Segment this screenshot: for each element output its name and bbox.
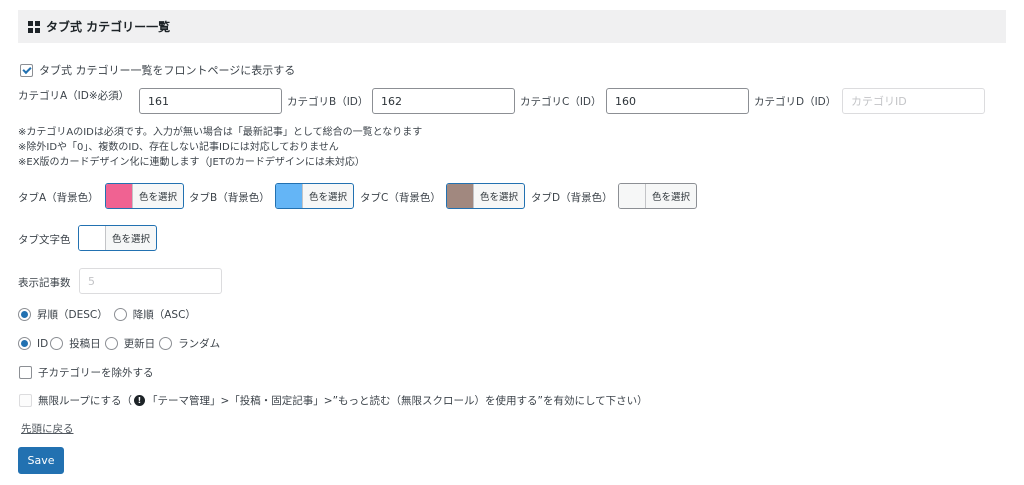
sort-options: ID 投稿日 更新日 ランダム <box>18 336 220 351</box>
post-count-label: 表示記事数 <box>18 277 71 289</box>
show-front-label: タブ式 カテゴリー一覧をフロントページに表示する <box>39 64 296 77</box>
category-a-group: カテゴリA（ID※必須） <box>18 88 129 103</box>
section-header: タブ式 カテゴリー一覧 <box>18 10 1006 43</box>
note-line: ※カテゴリAのIDは必須です。入力が無い場合は「最新記事」として総合の一覧となり… <box>18 127 423 138</box>
sort-random-radio[interactable] <box>159 337 173 350</box>
tab-a-color-button[interactable]: 色を選択 <box>105 183 185 209</box>
exclude-children-option[interactable]: 子カテゴリーを除外する <box>19 365 154 380</box>
show-front-option[interactable]: タブ式 カテゴリー一覧をフロントページに表示する <box>20 62 295 78</box>
category-a-label: カテゴリA（ID※必須） <box>18 90 130 102</box>
category-a-input[interactable] <box>139 88 282 114</box>
save-button[interactable]: Save <box>18 447 64 474</box>
sort-random-label: ランダム <box>178 338 221 350</box>
tab-b-color-button[interactable]: 色を選択 <box>275 183 355 209</box>
select-color-label: 色を選択 <box>139 192 178 203</box>
sort-date-radio[interactable] <box>50 337 64 350</box>
section-title: タブ式 カテゴリー一覧 <box>46 20 171 34</box>
select-color-label: 色を選択 <box>309 192 348 203</box>
note-line: ※除外IDや「0」、複数のID、存在しない記事IDには対応しておりません <box>18 142 339 153</box>
post-count-input[interactable] <box>79 268 222 294</box>
tab-b-swatch <box>276 184 303 208</box>
tab-text-color-label: タブ文字色 <box>18 234 71 246</box>
exclude-children-label: 子カテゴリーを除外する <box>38 367 154 379</box>
tab-c-color-label: タブC（背景色） <box>360 192 441 204</box>
select-color-label: 色を選択 <box>112 234 151 245</box>
sort-id-radio[interactable] <box>18 337 31 350</box>
warning-icon: ! <box>133 395 145 406</box>
category-b-input[interactable] <box>372 88 515 114</box>
sort-modified-radio[interactable] <box>104 337 118 350</box>
show-front-checkbox[interactable] <box>20 63 33 77</box>
order-asc-label: 降順（ASC） <box>132 309 196 321</box>
select-color-label: 色を選択 <box>480 192 519 203</box>
order-asc-radio[interactable] <box>113 308 127 321</box>
tab-b-color-label: タブB（背景色） <box>189 192 270 204</box>
infinite-loop-label: 「テーマ管理」>「投稿・固定記事」>”もっと読む（無限スクロール）を使用する”を… <box>146 395 648 407</box>
back-to-top-link[interactable]: 先頭に戻る <box>21 421 74 436</box>
tab-c-swatch <box>447 184 474 208</box>
sort-date-label: 投稿日 <box>69 338 101 350</box>
infinite-loop-checkbox[interactable] <box>19 394 32 407</box>
select-color-label: 色を選択 <box>652 192 691 203</box>
category-d-input[interactable] <box>842 88 985 114</box>
category-d-label: カテゴリD（ID） <box>754 96 837 108</box>
tab-d-color-label: タブD（背景色） <box>531 192 613 204</box>
infinite-loop-label-prefix: 無限ループにする（ <box>38 395 132 407</box>
tab-text-color-button[interactable]: 色を選択 <box>78 225 158 251</box>
sort-modified-label: 更新日 <box>123 338 156 350</box>
category-c-input[interactable] <box>606 88 749 114</box>
tab-a-color-label: タブA（背景色） <box>18 192 99 204</box>
note-line: ※EX版のカードデザイン化に連動します（JETのカードデザインには未対応） <box>18 157 365 168</box>
tab-text-swatch <box>79 226 106 250</box>
sort-id-label: ID <box>37 337 49 350</box>
tab-c-color-button[interactable]: 色を選択 <box>446 183 526 209</box>
order-desc-label: 昇順（DESC） <box>37 309 108 321</box>
category-b-label: カテゴリB（ID） <box>287 96 369 108</box>
tab-d-swatch <box>619 184 646 208</box>
notes: ※カテゴリAのIDは必須です。入力が無い場合は「最新記事」として総合の一覧となり… <box>18 125 422 170</box>
order-options: 昇順（DESC） 降順（ASC） <box>18 307 196 322</box>
exclude-children-checkbox[interactable] <box>19 366 32 379</box>
grid-icon <box>28 20 40 33</box>
infinite-loop-option[interactable]: 無限ループにする（ ! 「テーマ管理」>「投稿・固定記事」>”もっと読む（無限ス… <box>19 393 648 408</box>
category-c-label: カテゴリC（ID） <box>520 96 602 108</box>
tab-d-color-button[interactable]: 色を選択 <box>618 183 698 209</box>
tab-a-swatch <box>106 184 133 208</box>
order-desc-radio[interactable] <box>18 308 31 321</box>
